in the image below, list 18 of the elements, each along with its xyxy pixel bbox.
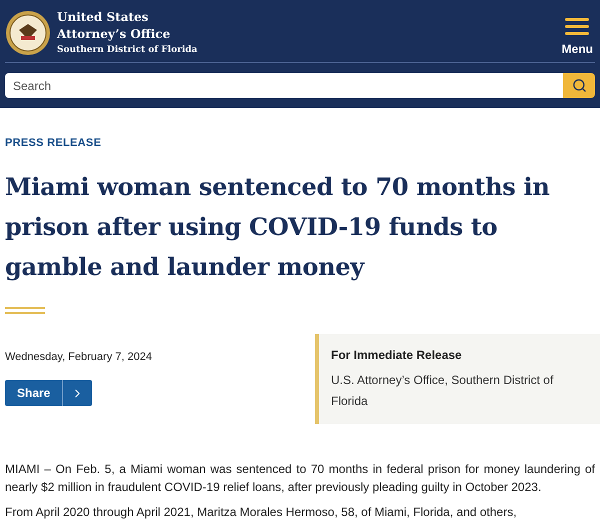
seal-icon[interactable] — [5, 10, 51, 56]
agency-name: Attorney’s Office — [57, 26, 172, 43]
search-icon — [572, 78, 586, 93]
district-name: Southern District of Florida — [57, 44, 198, 57]
agency-name: United States — [57, 9, 150, 26]
release-office: U.S. Attorney’s Office, Southern District of Florida — [331, 372, 554, 410]
release-date: Wednesday, February 7, 2024 — [5, 350, 153, 364]
eyebrow-label: PRESS RELEASE — [5, 136, 102, 151]
headline: Miami woman sentenced to 70 months in prison after using COVID-19 funds to gamble and launder money — [5, 170, 550, 282]
body-paragraph: MIAMI – On Feb. 5, a Miami woman was sentenced to 70 months in federal prison for money laundering of nearly $2 million in fraudulent COVID-19 relief loans, after previously pleading guilty in October 2023. — [5, 460, 595, 496]
search-button[interactable] — [563, 73, 595, 98]
release-box-title: For Immediate Release — [331, 346, 463, 364]
search-field[interactable]: Search — [5, 73, 563, 98]
body-paragraph: From April 2020 through April 2021, Maritza Morales Hermoso, 58, of Miami, Florida, and others, — [5, 504, 518, 520]
accent-rule — [5, 306, 45, 314]
menu-icon — [565, 18, 590, 36]
share-button[interactable]: Share — [5, 380, 92, 406]
menu-button[interactable]: Menu — [562, 8, 595, 58]
